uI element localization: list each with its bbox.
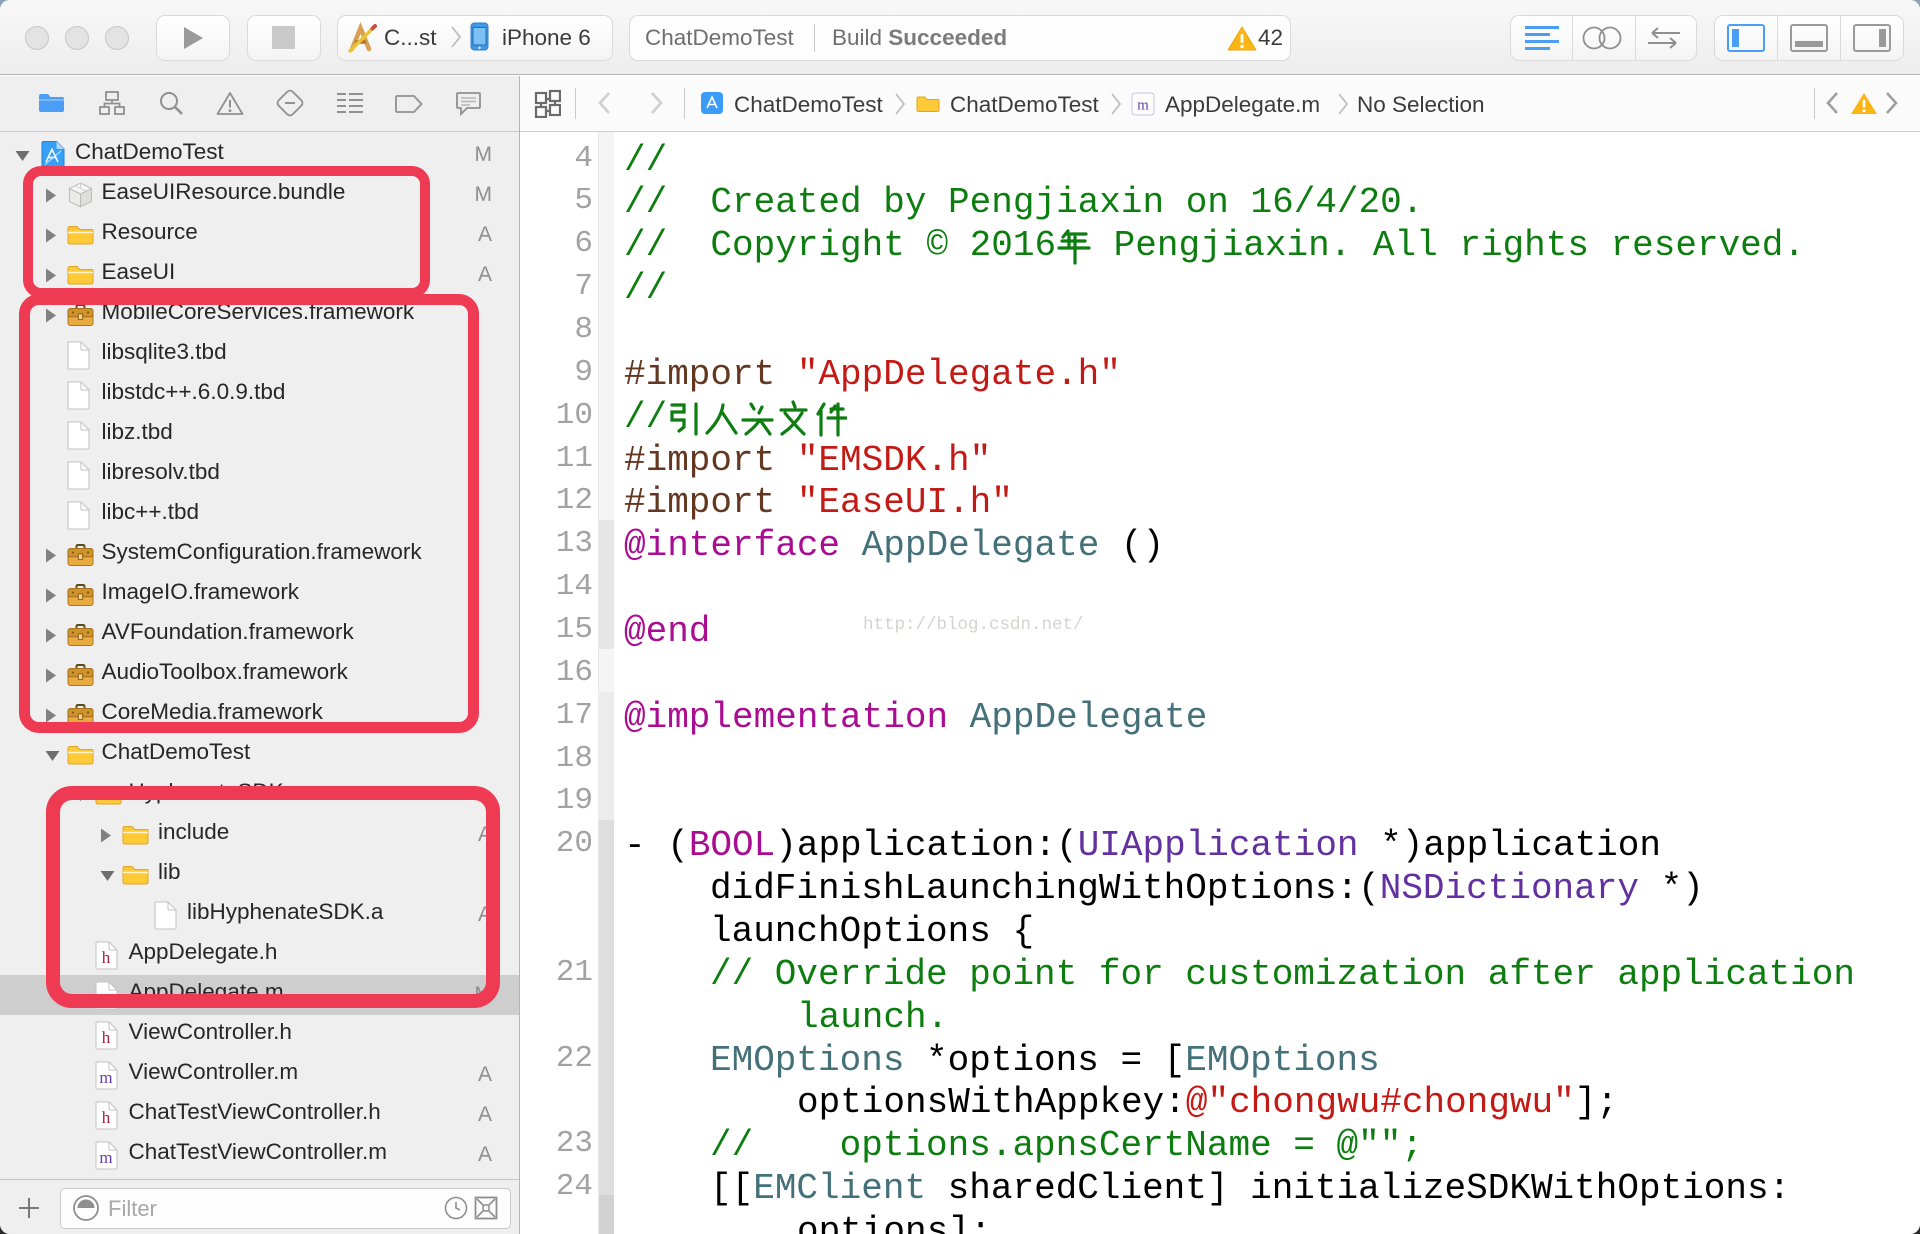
svg-text:m: m <box>1137 98 1149 114</box>
svg-text:m: m <box>99 1068 112 1087</box>
svg-text:h: h <box>101 1108 110 1127</box>
svg-text:h: h <box>101 1028 110 1047</box>
svg-text:m: m <box>99 1148 112 1167</box>
